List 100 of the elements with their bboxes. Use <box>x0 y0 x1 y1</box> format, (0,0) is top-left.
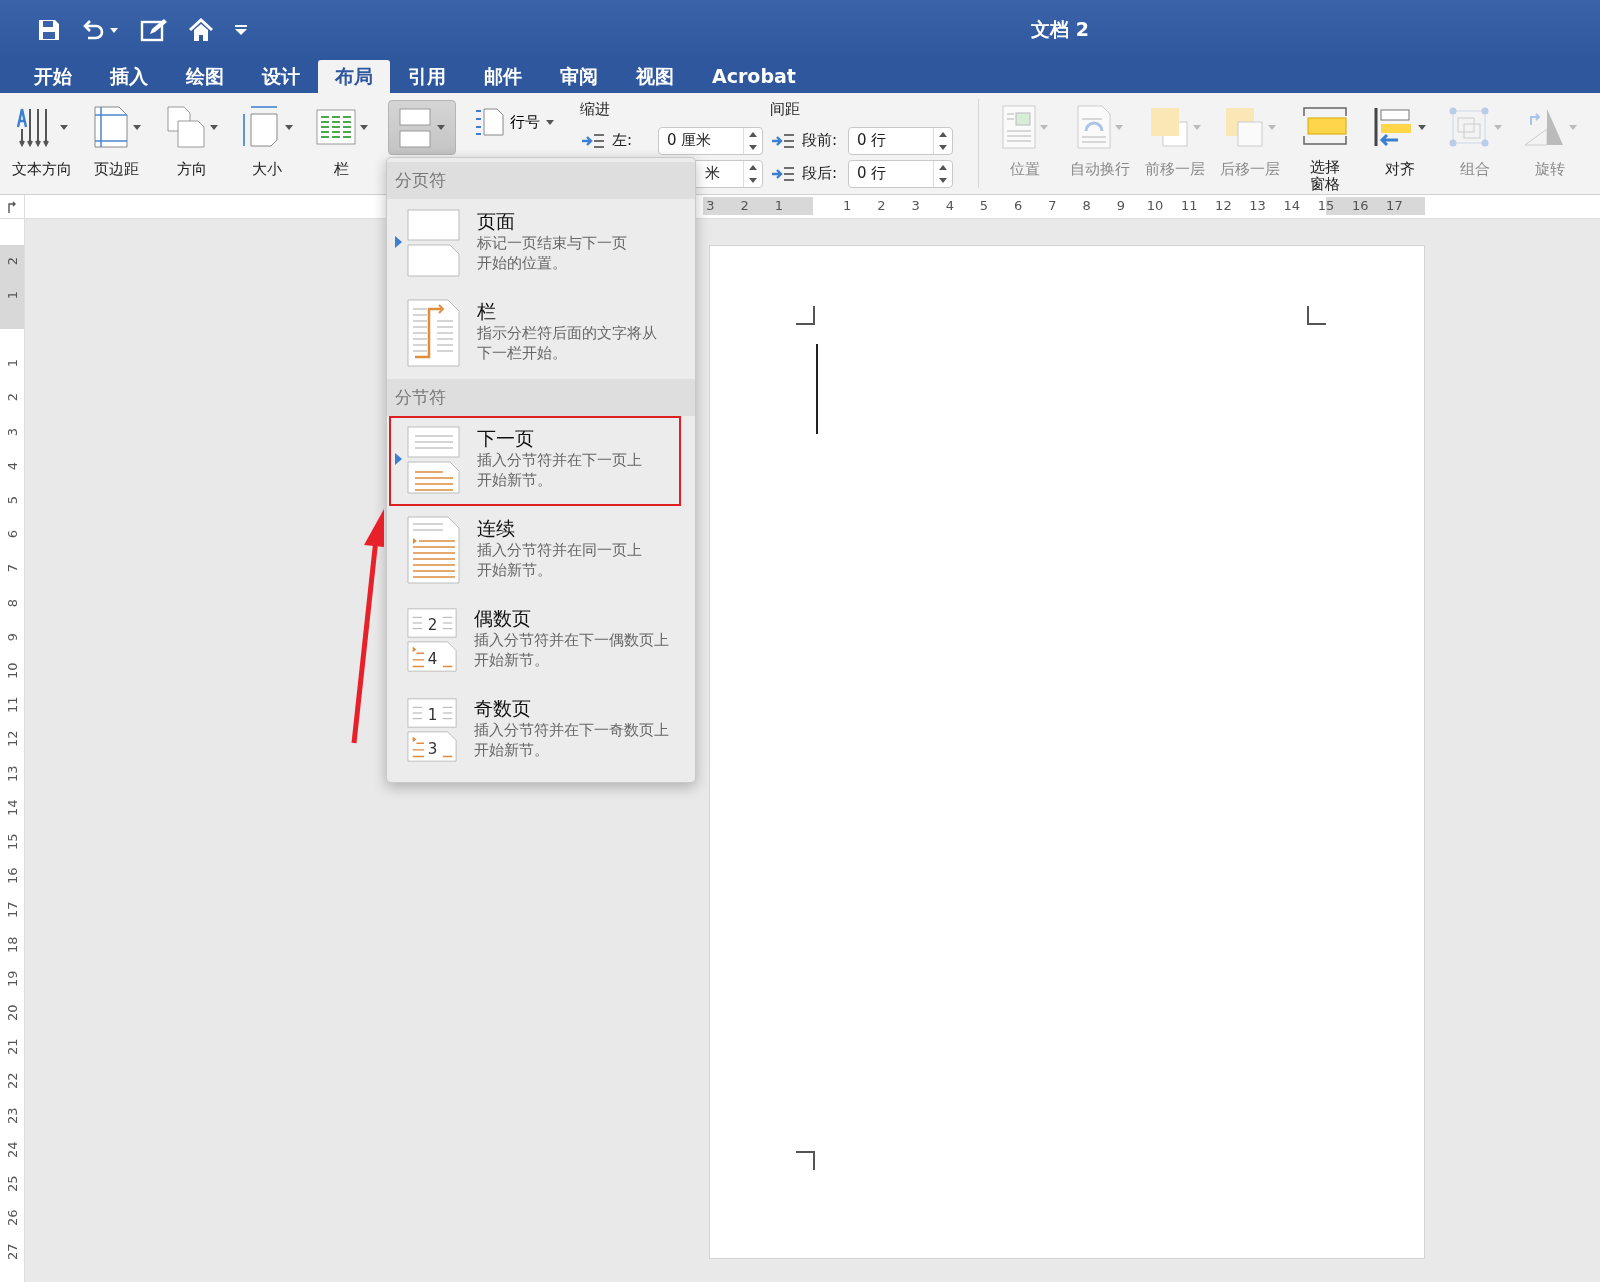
ruler-number: 6 <box>1014 198 1023 213</box>
ribbon-tab[interactable]: 插入 <box>90 60 168 93</box>
ribbon-button[interactable]: 文本方向 <box>4 93 79 194</box>
menu-item-title: 偶数页 <box>474 606 532 630</box>
menu-section-header: 分节符 <box>387 379 695 416</box>
menu-item-description: 指示分栏符后面的文字将从 下一栏开始。 <box>477 323 657 363</box>
menu-item-title: 奇数页 <box>474 696 532 720</box>
ruler-number: 7 <box>1048 198 1057 213</box>
ruler-number: 11 <box>4 697 20 714</box>
ribbon-tab[interactable]: 引用 <box>388 60 466 93</box>
save-icon[interactable] <box>38 19 60 41</box>
ruler-number: 14 <box>1283 198 1301 213</box>
selection-pane-icon <box>1301 106 1348 146</box>
align-icon <box>1373 107 1414 147</box>
ribbon-button[interactable]: 对齐 <box>1362 93 1437 194</box>
ruler-number: 12 <box>4 731 20 748</box>
menu-item[interactable]: 连续 插入分节符并在同一页上 开始新节。 <box>389 506 681 596</box>
menu-item[interactable]: 1 3 奇数页 插入分节符并在下一奇数页上 开始新节。 <box>389 686 681 776</box>
ribbon-tab[interactable]: 视图 <box>616 60 694 93</box>
ruler-number: 2 <box>4 255 20 267</box>
ruler-number: 22 <box>4 1073 20 1090</box>
spacing-field[interactable]: 0 行 <box>848 126 953 155</box>
rotate-icon <box>1522 107 1565 147</box>
ruler-number: 23 <box>4 1107 20 1124</box>
menu-item[interactable]: 2 4 偶数页 插入分节符并在下一偶数页上 开始新节。 <box>389 596 681 686</box>
page-number-label: 3 <box>427 739 438 758</box>
ruler-number: 4 <box>945 198 954 213</box>
ruler-number: 3 <box>4 426 20 438</box>
ruler-number: 12 <box>1215 198 1232 213</box>
bring-forward-icon <box>1148 106 1189 148</box>
crop-mark-icon <box>1306 306 1326 326</box>
menu-item-description: 插入分节符并在下一奇数页上 开始新节。 <box>474 720 669 760</box>
ruler-number: 21 <box>4 1039 20 1056</box>
ruler-number: 9 <box>4 631 20 643</box>
menu-item-title: 下一页 <box>477 426 535 450</box>
tab-stop-icon[interactable] <box>7 200 17 213</box>
ruler-number: 16 <box>1351 198 1369 213</box>
ribbon-tab[interactable]: 开始 <box>14 60 92 93</box>
home-icon[interactable] <box>188 18 214 42</box>
ruler-number: 26 <box>4 1210 20 1227</box>
send-backward-icon <box>1223 106 1264 148</box>
page-break-icon <box>407 209 461 277</box>
ruler-number: 18 <box>4 936 20 953</box>
ruler-number: 8 <box>4 597 20 609</box>
crop-mark-icon <box>796 306 816 326</box>
page-number-label: 1 <box>427 705 438 724</box>
ribbon-tab[interactable]: Acrobat <box>692 60 816 93</box>
menu-item-description: 标记一页结束与下一页 开始的位置。 <box>477 233 627 273</box>
line-numbers-button[interactable]: 行号 <box>468 105 560 139</box>
menu-item-description: 插入分节符并在下一偶数页上 开始新节。 <box>474 630 669 670</box>
ribbon-tab[interactable]: 审阅 <box>540 60 618 93</box>
ruler-number: 14 <box>4 799 20 816</box>
ribbon-tab[interactable]: 设计 <box>242 60 320 93</box>
ruler-number: 27 <box>4 1244 20 1261</box>
edit-document-icon[interactable] <box>140 18 168 42</box>
columns-icon <box>315 109 356 145</box>
ruler-number: 24 <box>4 1141 20 1158</box>
field-label: 段后: <box>802 164 839 183</box>
ruler-number: 5 <box>4 494 20 507</box>
page-number-label: 2 <box>427 615 438 634</box>
menu-section-header: 分页符 <box>387 162 695 199</box>
ruler-number: 8 <box>1082 198 1091 213</box>
window-title: 文档 2 <box>1031 18 1089 40</box>
ribbon-button[interactable]: 页边距 <box>79 93 154 194</box>
text-wrap-icon <box>1076 105 1111 149</box>
ruler-number: 4 <box>4 460 20 472</box>
customize-menu-icon[interactable] <box>234 24 248 36</box>
field-label: 段前: <box>802 131 839 150</box>
spacing-group-title: 间距 <box>770 100 801 120</box>
ribbon-button[interactable]: 大小 <box>229 93 304 194</box>
crop-mark-icon <box>796 1150 816 1170</box>
ruler-number: 16 <box>4 868 20 885</box>
line-numbers-icon <box>474 108 504 136</box>
indent-group-title: 缩进 <box>580 100 611 120</box>
menu-item[interactable]: 页面 标记一页结束与下一页 开始的位置。 <box>389 199 681 289</box>
group-icon <box>1447 106 1490 148</box>
ruler-number: 6 <box>4 529 20 541</box>
ruler-number: 17 <box>4 902 20 919</box>
ruler-number: 11 <box>1180 198 1198 213</box>
menu-item[interactable]: 下一页 插入分节符并在下一页上 开始新节。 <box>389 416 681 506</box>
ribbon-button[interactable]: 栏 <box>304 93 379 194</box>
menu-item[interactable]: 栏 指示分栏符后面的文字将从 下一栏开始。 <box>389 289 681 379</box>
ribbon-tab[interactable]: 绘图 <box>166 60 244 93</box>
field-label: 左: <box>612 131 634 150</box>
ruler-number: 1 <box>4 358 20 370</box>
ruler-number: 9 <box>1116 198 1125 213</box>
ruler-number: 15 <box>4 834 20 850</box>
ruler-number: 3 <box>911 198 920 213</box>
size-icon <box>240 104 281 150</box>
ribbon-button[interactable]: 选择窗格 <box>1287 93 1362 194</box>
ruler-number: 2 <box>740 198 749 213</box>
page-number-label: 4 <box>427 649 438 668</box>
ribbon-tab[interactable]: 布局 <box>318 60 390 93</box>
spacing-field[interactable]: 0 行 <box>848 159 953 188</box>
ruler-number: 17 <box>1386 198 1403 213</box>
ribbon-tab[interactable]: 邮件 <box>464 60 542 93</box>
ruler-number: 25 <box>4 1176 20 1192</box>
orientation-icon <box>165 105 206 149</box>
indent-field[interactable]: 0 厘米 <box>658 126 763 155</box>
ribbon-button[interactable]: 方向 <box>154 93 229 194</box>
